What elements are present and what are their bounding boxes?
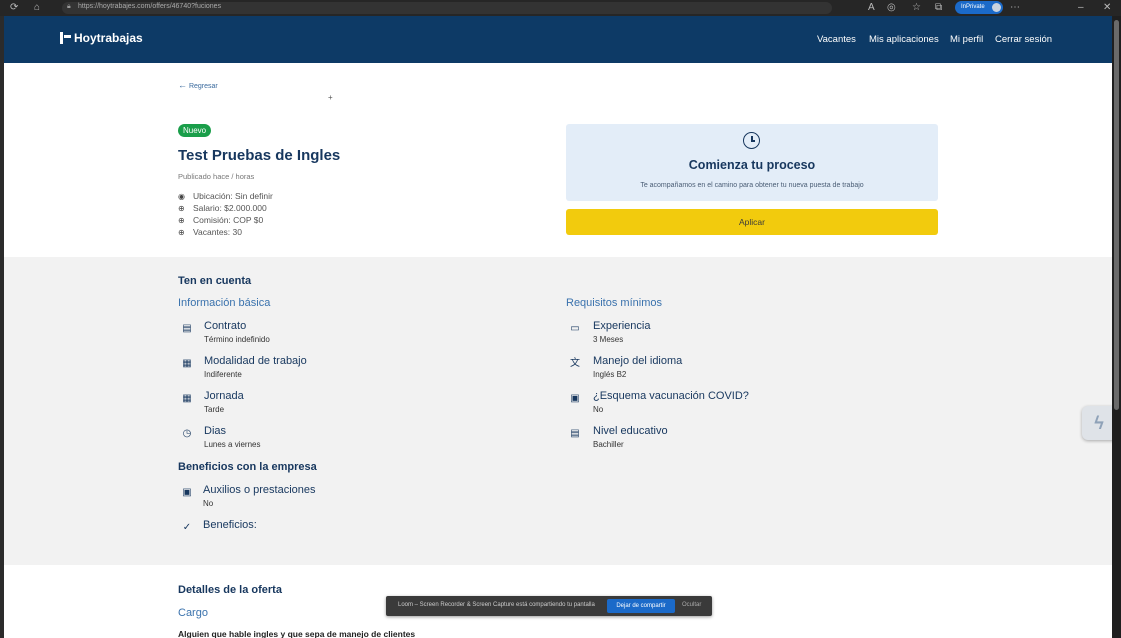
share-notice: Loom – Screen Recorder & Screen Capture … xyxy=(398,602,595,608)
details-heading: Detalles de la oferta xyxy=(178,584,282,596)
calendar-icon: ▦ xyxy=(182,393,192,404)
close-icon[interactable]: ✕ xyxy=(1103,2,1111,14)
scrollbar-thumb[interactable] xyxy=(1114,20,1119,410)
collections-icon[interactable]: ⧉ xyxy=(935,2,942,14)
avatar xyxy=(992,3,1001,12)
nav-vacantes[interactable]: Vacantes xyxy=(817,34,856,45)
published-time: Publicado hace / horas xyxy=(178,172,255,181)
logo-icon xyxy=(60,32,71,44)
mouse-cursor-icon: + xyxy=(328,93,333,102)
basic-info-heading: Información básica xyxy=(178,297,271,309)
back-link[interactable]: ← Regresar xyxy=(178,80,218,90)
covid-value: No xyxy=(593,405,604,414)
stop-sharing-button[interactable]: Dejar de compartir xyxy=(607,599,675,613)
logo-text: Hoytrabajas xyxy=(74,31,143,45)
modalidad-label: Modalidad de trabajo xyxy=(204,355,307,367)
lightning-icon: ϟ xyxy=(1094,413,1104,433)
beneficios-label: Beneficios: xyxy=(203,519,257,531)
site-logo[interactable]: Hoytrabajas xyxy=(60,31,143,45)
scrollbar[interactable] xyxy=(1112,16,1121,638)
arrow-left-icon: ← xyxy=(178,80,187,90)
site-header: Hoytrabajas Vacantes Mis aplicaciones Mi… xyxy=(4,16,1112,63)
inprivate-badge[interactable]: InPrivate xyxy=(955,1,1003,14)
nivel-educativo-value: Bachiller xyxy=(593,440,624,449)
dias-value: Lunes a viernes xyxy=(204,440,261,449)
requirements-heading: Requisitos mínimos xyxy=(566,297,662,309)
experiencia-value: 3 Meses xyxy=(593,335,624,344)
nivel-educativo-label: Nivel educativo xyxy=(593,425,668,437)
refresh-icon[interactable]: ⟳ xyxy=(10,2,18,14)
lock-icon: 🔒︎ xyxy=(67,3,71,10)
covid-label: ¿Esquema vacunación COVID? xyxy=(593,390,749,402)
web-page: Hoytrabajas Vacantes Mis aplicaciones Mi… xyxy=(4,16,1112,638)
restore-icon[interactable]: ‒ xyxy=(1078,2,1084,14)
read-aloud-icon[interactable]: A xyxy=(868,2,875,14)
hide-button[interactable]: Ocultar xyxy=(682,602,701,608)
meta-text: Vacantes: 30 xyxy=(193,227,242,237)
meta-vacancies: ⊕ Vacantes: 30 xyxy=(178,227,242,237)
location-icon: ◉ xyxy=(178,192,185,201)
idioma-value: Inglés B2 xyxy=(593,370,627,379)
experiencia-label: Experiencia xyxy=(593,320,651,332)
briefcase-icon: ▭ xyxy=(570,323,580,334)
document-icon: ▤ xyxy=(570,428,580,439)
dias-label: Dias xyxy=(204,425,227,437)
contrato-value: Término indefinido xyxy=(204,335,270,344)
meta-salary: ⊕ Salario: $2.000.000 xyxy=(178,203,267,213)
translate-icon: 文 xyxy=(570,358,580,369)
cash-icon: ▣ xyxy=(182,487,192,498)
nav-mi-perfil[interactable]: Mi perfil xyxy=(950,34,983,45)
document-icon: ▤ xyxy=(182,323,192,334)
extension-icon[interactable]: ◎ xyxy=(887,2,896,14)
process-card: Comienza tu proceso Te acompañamos en el… xyxy=(566,124,938,201)
info-section xyxy=(4,257,1112,565)
meta-location: ◉ Ubicación: Sin definir xyxy=(178,191,273,201)
money-icon: ⊕ xyxy=(178,216,185,225)
screen-share-bar: Loom – Screen Recorder & Screen Capture … xyxy=(386,596,712,616)
nav-cerrar-sesion[interactable]: Cerrar sesión xyxy=(995,34,1052,45)
auxilios-value: No xyxy=(203,499,214,508)
check-circle-icon: ✓ xyxy=(182,522,192,533)
auxilios-label: Auxilios o prestaciones xyxy=(203,484,316,496)
jornada-value: Tarde xyxy=(204,405,225,414)
cargo-description: Alguien que hable ingles y que sepa de m… xyxy=(178,629,416,638)
offer-title: Test Pruebas de Ingles xyxy=(178,147,341,164)
more-icon[interactable]: ⋯ xyxy=(1010,2,1020,14)
browser-toolbar: ⟳ ⌂ 🔒︎ https://hoytrabajes.com/offers/46… xyxy=(0,0,1121,16)
idioma-label: Manejo del idioma xyxy=(593,355,683,367)
section-heading-ten-en-cuenta: Ten en cuenta xyxy=(178,275,252,287)
home-icon[interactable]: ⌂ xyxy=(34,2,40,14)
process-title: Comienza tu proceso xyxy=(688,158,816,172)
modalidad-value: Indiferente xyxy=(204,370,242,379)
jornada-label: Jornada xyxy=(204,390,244,402)
meta-text: Salario: $2.000.000 xyxy=(193,203,267,213)
contrato-label: Contrato xyxy=(204,320,247,332)
nav-mis-aplicaciones[interactable]: Mis aplicaciones xyxy=(869,34,939,45)
money-icon: ⊕ xyxy=(178,228,185,237)
meta-commission: ⊕ Comisión: COP $0 xyxy=(178,215,263,225)
inprivate-label: InPrivate xyxy=(961,4,985,10)
benefits-heading: Beneficios con la empresa xyxy=(178,461,317,473)
back-label: Regresar xyxy=(188,83,218,90)
favorites-icon[interactable]: ☆ xyxy=(912,2,921,14)
clock-icon: ◷ xyxy=(182,428,192,439)
id-badge-icon: ▣ xyxy=(570,393,580,404)
new-badge: Nuevo xyxy=(178,124,212,137)
money-icon: ⊕ xyxy=(178,204,185,213)
address-bar[interactable]: 🔒︎ https://hoytrabajes.com/offers/46740?… xyxy=(62,2,832,14)
floating-widget-button[interactable]: ϟ xyxy=(1082,406,1112,440)
cargo-heading: Cargo xyxy=(178,607,208,619)
apply-button[interactable]: Aplicar xyxy=(566,209,938,235)
calendar-icon: ▦ xyxy=(182,358,192,369)
meta-text: Ubicación: Sin definir xyxy=(193,191,273,201)
meta-text: Comisión: COP $0 xyxy=(193,215,264,225)
process-subtitle: Te acompañamos en el camino para obtener… xyxy=(640,182,864,189)
url-text: https://hoytrabajes.com/offers/46740?fuc… xyxy=(78,3,222,10)
clock-icon xyxy=(743,132,760,149)
